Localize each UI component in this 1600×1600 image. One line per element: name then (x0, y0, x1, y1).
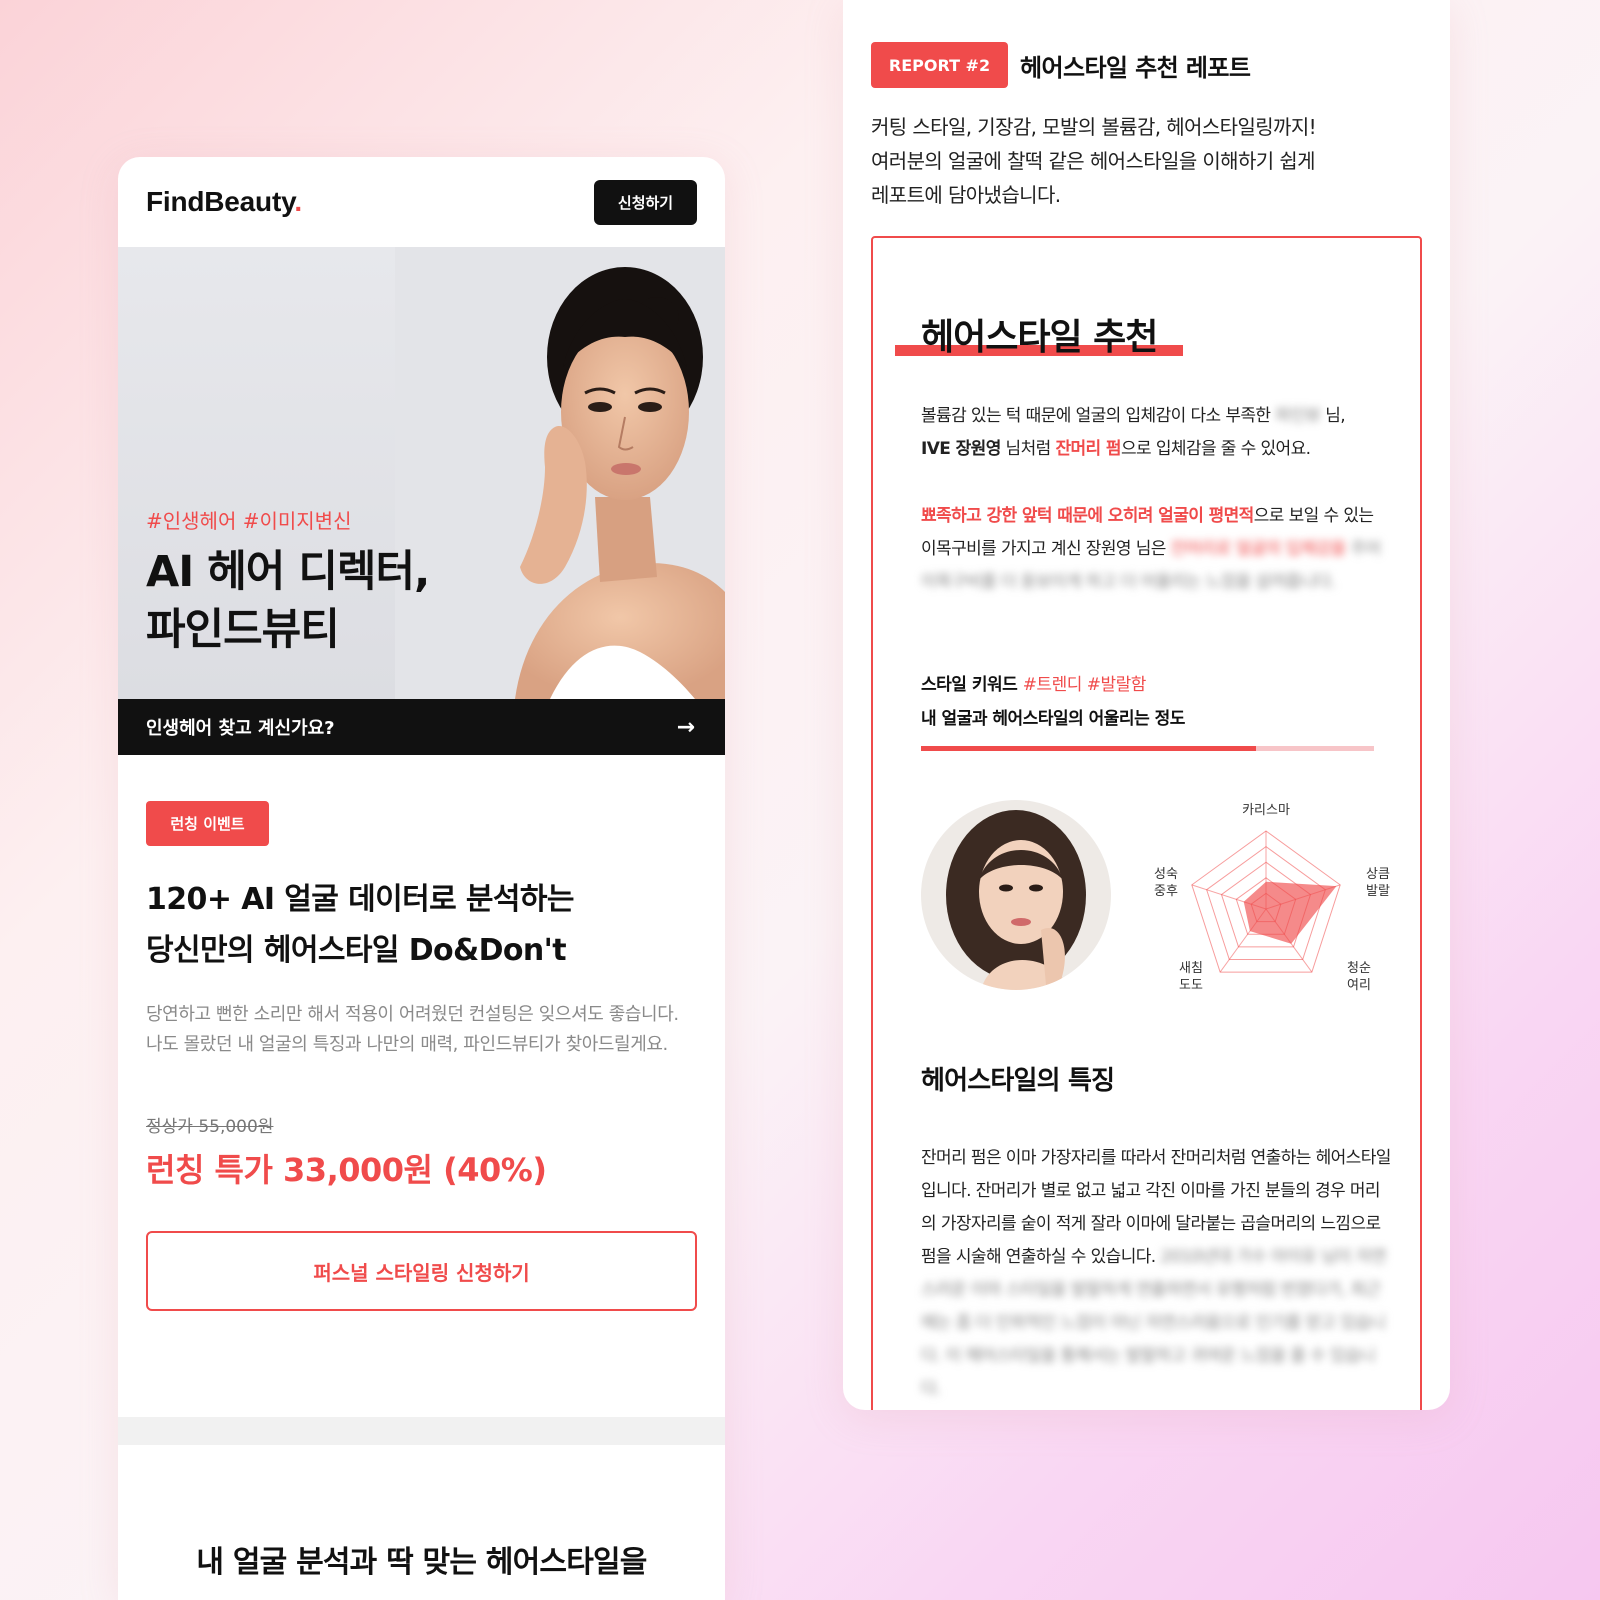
recommendation-heading: 헤어스타일 추천 (921, 317, 1158, 358)
match-progress-fill (921, 746, 1257, 751)
hero-title-line: AI 헤어 디렉터, (146, 547, 430, 597)
keywords-label: 스타일 키워드 (921, 675, 1023, 695)
sale-price: 런칭 특가 33,000원 (40%) (146, 1151, 547, 1189)
keyword-tags: #트렌디 #발랄함 (1022, 675, 1147, 695)
hero-banner: #인생헤어 #이미지변신 AI 헤어 디렉터, 파인드뷰티 (118, 247, 725, 699)
event-badge: 런칭 이벤트 (146, 801, 269, 846)
radar-label-right: 상큼 (1366, 867, 1390, 882)
radar-label-right: 발랄 (1366, 884, 1390, 899)
section-title: 내 얼굴 분석과 딱 맞는 헤어스타일을 (196, 1545, 647, 1580)
text-span: 볼륨감 있는 턱 때문에 얼굴의 입체감이 다소 부족한 (921, 406, 1276, 426)
style-keywords: 스타일 키워드 #트렌디 #발랄함 (921, 670, 1146, 695)
radar-label-left: 성숙 (1154, 867, 1178, 882)
radar-label-bottom-right: 여리 (1347, 978, 1371, 993)
celebrity-name: IVE 장원영 (921, 439, 1001, 459)
report-badge: REPORT #2 (871, 42, 1008, 88)
hero-title-line: 파인드뷰티 (146, 605, 340, 655)
blurred-name: 파인뷰 (1275, 406, 1321, 426)
report-title: 헤어스타일 추천 레포트 (1020, 53, 1251, 82)
features-heading: 헤어스타일의 특징 (921, 1066, 1115, 1096)
report-card: REPORT #2 헤어스타일 추천 레포트 커팅 스타일, 기장감, 모발의 … (843, 0, 1450, 1410)
style-radar-chart: 카리스마상큼발랄청순여리 새침도도 성숙중후 (1154, 803, 1390, 993)
recommendation-paragraph: 볼륨감 있는 턱 때문에 얼굴의 입체감이 다소 부족한 파인뷰 님, IVE … (921, 400, 1391, 466)
hero-title: AI 헤어 디렉터, 파인드뷰티 (146, 543, 430, 659)
celebrity-photo (921, 800, 1111, 990)
radar-label-top: 카리스마 (1242, 803, 1290, 818)
apply-button[interactable]: 신청하기 (594, 179, 697, 225)
header: FindBeauty. 신청하기 (118, 157, 725, 247)
intro-line: 여러분의 얼굴에 찰떡 같은 헤어스타일을 이해하기 쉽게 (871, 149, 1316, 173)
brand-logo[interactable]: FindBeauty. (146, 186, 302, 218)
blurred-text: 2010년대 가수 아이유 님이 자연스러운 이마 스타일을 발랄하게 연출하면… (921, 1247, 1387, 1399)
personal-styling-apply-button[interactable]: 퍼스널 스타일링 신청하기 (146, 1231, 697, 1311)
arrow-right-icon: → (676, 714, 695, 740)
report-header: REPORT #2 헤어스타일 추천 레포트 (871, 42, 1251, 88)
brand-dot: . (294, 186, 302, 217)
intro-line: 레포트에 담아냈습니다. (871, 183, 1061, 207)
radar-label-bottom-right: 청순 (1347, 961, 1371, 976)
match-progress-bar (921, 746, 1374, 751)
radar-label-left: 중후 (1154, 884, 1178, 899)
brand-name: FindBeauty (146, 186, 295, 217)
radar-label-bottom-left: 도도 (1179, 978, 1203, 993)
offer-description: 당연하고 뻔한 소리만 해서 적용이 어려웠던 컨설팅은 잊으셔도 좋습니다. … (146, 1004, 679, 1055)
radar-label-bottom-left: 새침 (1179, 961, 1203, 976)
report-intro: 커팅 스타일, 기장감, 모발의 볼륨감, 헤어스타일링까지! 여러분의 얼굴에… (871, 110, 1317, 212)
text-span: 님처럼 (1000, 439, 1056, 459)
offer-title-line: 당신만의 헤어스타일 Do&Don't (146, 933, 567, 968)
report-preview-box: 헤어스타일 추천 볼륨감 있는 턱 때문에 얼굴의 입체감이 다소 부족한 파인… (871, 236, 1422, 1410)
text-span: 님, (1320, 406, 1346, 426)
offer-title-line: 120+ AI 얼굴 데이터로 분석하는 (146, 882, 575, 917)
model-photo (395, 247, 725, 699)
intro-line: 커팅 스타일, 기장감, 모발의 볼륨감, 헤어스타일링까지! (871, 115, 1317, 139)
blurred-highlight: 잔머리로 얼굴의 입체감을 (1170, 539, 1347, 559)
offer-section: 런칭 이벤트 120+ AI 얼굴 데이터로 분석하는 당신만의 헤어스타일 D… (118, 755, 725, 1311)
mobile-landing-card: FindBeauty. 신청하기 #인생헤어 #이미지변신 AI 헤어 디렉터,… (118, 157, 725, 1600)
hero-hashtags: #인생헤어 #이미지변신 (146, 509, 352, 533)
match-label: 내 얼굴과 헤어스타일의 어울리는 정도 (921, 709, 1185, 729)
hero-cta-text: 인생헤어 찾고 계신가요? (146, 718, 335, 739)
text-span: 으로 입체감을 줄 수 있어요. (1120, 439, 1311, 459)
features-paragraph: 잔머리 펌은 이마 가장자리를 따라서 잔머리처럼 연출하는 헤어스타일입니다.… (921, 1142, 1391, 1406)
original-price: 정상가 55,000원 (146, 1117, 274, 1137)
analysis-paragraph: 뾰족하고 강한 앞턱 때문에 오히려 얼굴이 평면적으로 보일 수 있는 이목구… (921, 500, 1391, 599)
highlight-text: 뾰족하고 강한 앞턱 때문에 오히려 얼굴이 평면적 (921, 506, 1254, 526)
offer-title: 120+ AI 얼굴 데이터로 분석하는 당신만의 헤어스타일 Do&Don't (146, 874, 697, 976)
style-name: 잔머리 펌 (1055, 439, 1121, 459)
section-divider (118, 1417, 725, 1445)
hero-cta-bar[interactable]: 인생헤어 찾고 계신가요? → (118, 699, 725, 755)
